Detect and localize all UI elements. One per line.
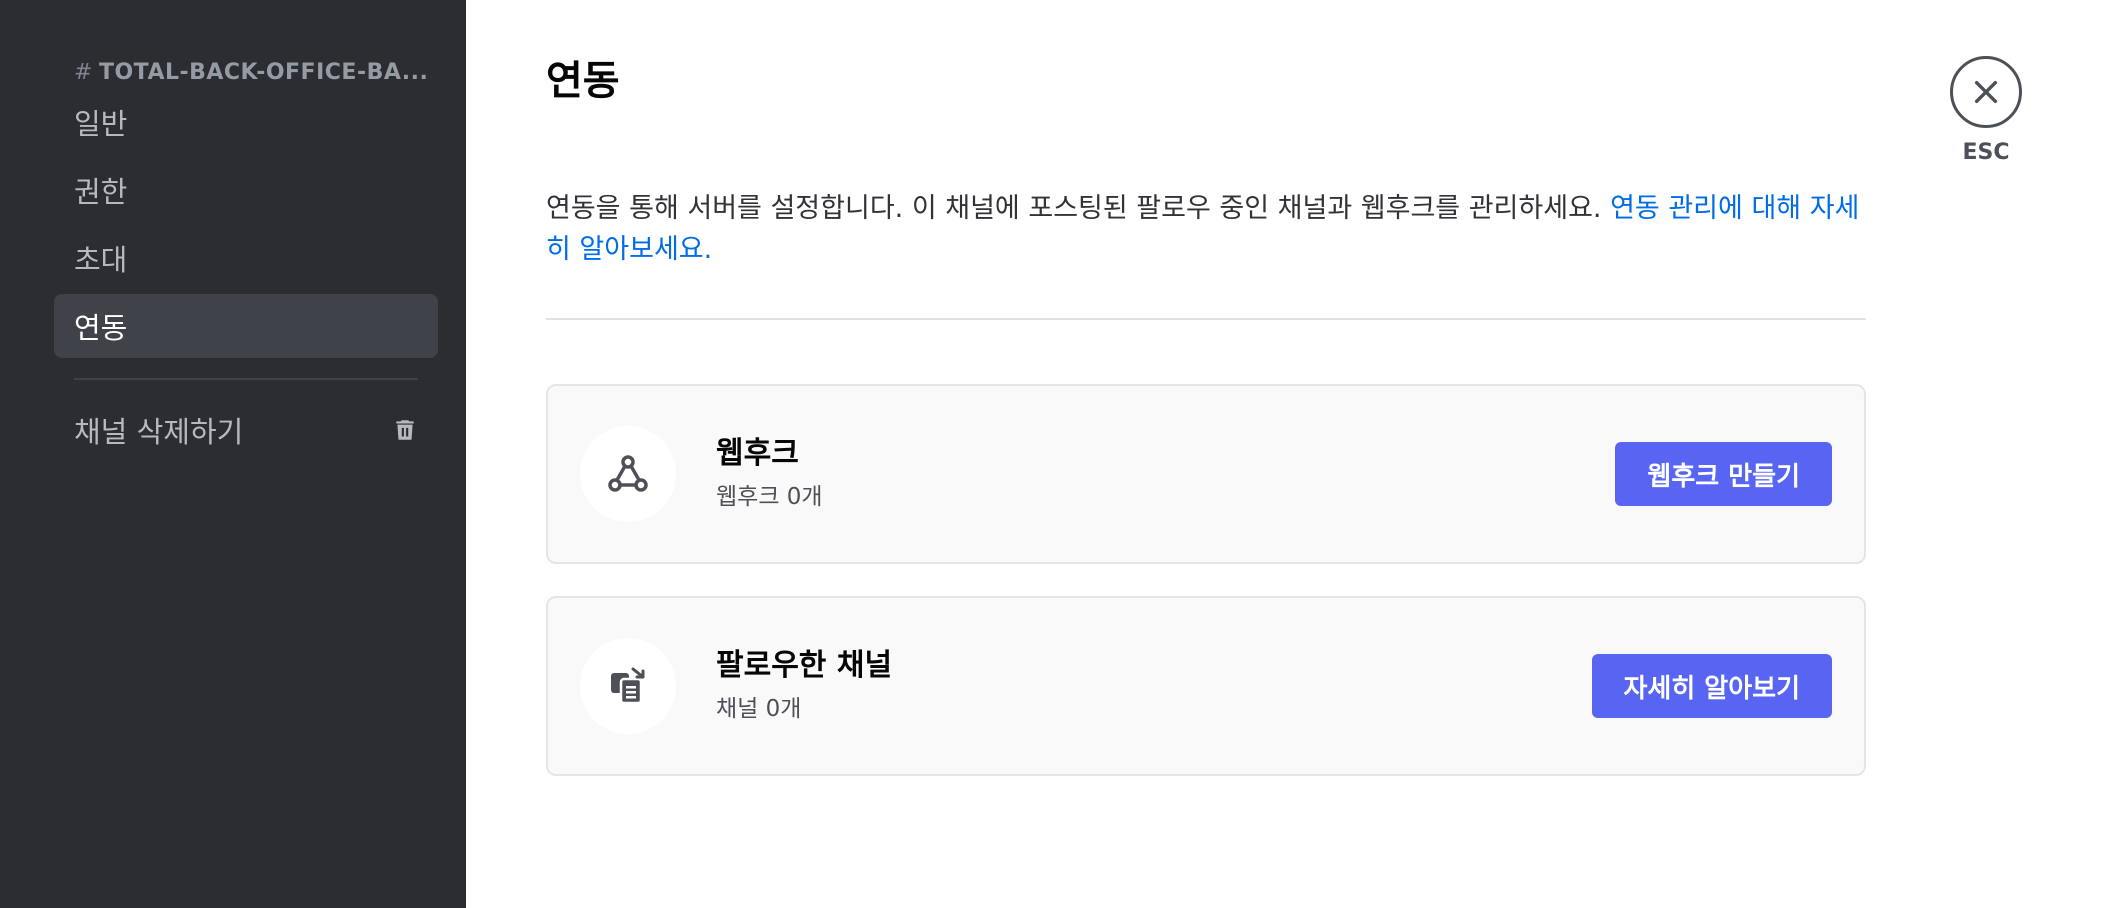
integrations-panel: 연동 연동을 통해 서버를 설정합니다. 이 채널에 포스팅된 팔로우 중인 채… — [466, 0, 2126, 908]
close-control: ESC — [1946, 56, 2026, 165]
sidebar-divider — [74, 378, 418, 380]
sidebar-item-permissions[interactable]: 권한 — [54, 158, 438, 222]
settings-window: # TOTAL-BACK-OFFICE-BA... 일반 권한 초대 연동 채널… — [0, 0, 2126, 908]
channel-header: # TOTAL-BACK-OFFICE-BA... — [54, 54, 438, 90]
sidebar-item-label: 초대 — [74, 243, 128, 277]
followed-channels-card-text: 팔로우한 채널 채널 0개 — [716, 646, 1592, 726]
sidebar-item-label: 일반 — [74, 107, 128, 141]
settings-sidebar: # TOTAL-BACK-OFFICE-BA... 일반 권한 초대 연동 채널… — [0, 0, 466, 908]
channel-name: TOTAL-BACK-OFFICE-BA... — [98, 59, 429, 85]
followed-channel-icon-badge — [580, 638, 676, 734]
section-divider — [546, 318, 1866, 320]
close-icon — [1974, 80, 1998, 104]
webhooks-card-title: 웹후크 — [716, 436, 799, 471]
followed-channels-count: 채널 0개 — [716, 696, 802, 722]
page-description: 연동을 통해 서버를 설정합니다. 이 채널에 포스팅된 팔로우 중인 채널과 … — [546, 188, 1866, 270]
description-text: 연동을 통해 서버를 설정합니다. 이 채널에 포스팅된 팔로우 중인 채널과 … — [546, 193, 1611, 224]
followed-channels-card: 팔로우한 채널 채널 0개 자세히 알아보기 — [546, 596, 1866, 776]
sidebar-item-general[interactable]: 일반 — [54, 90, 438, 154]
delete-channel-button[interactable]: 채널 삭제하기 — [54, 398, 438, 462]
sidebar-nav: 일반 권한 초대 연동 — [54, 90, 438, 358]
sidebar-item-label: 권한 — [74, 175, 128, 209]
followed-channel-icon — [611, 667, 645, 705]
trash-icon — [392, 417, 418, 443]
delete-channel-label: 채널 삭제하기 — [74, 415, 244, 449]
esc-label: ESC — [1962, 140, 2010, 165]
webhooks-count: 웹후크 0개 — [716, 484, 823, 510]
sidebar-item-invites[interactable]: 초대 — [54, 226, 438, 290]
sidebar-item-integrations[interactable]: 연동 — [54, 294, 438, 358]
webhook-icon — [608, 455, 648, 492]
followed-channels-card-title: 팔로우한 채널 — [716, 648, 893, 683]
webhooks-card: 웹후크 웹후크 0개 웹후크 만들기 — [546, 384, 1866, 564]
sidebar-item-label: 연동 — [74, 311, 128, 345]
create-webhook-button[interactable]: 웹후크 만들기 — [1615, 442, 1832, 506]
webhook-icon-badge — [580, 426, 676, 522]
channel-hash-icon: # — [74, 59, 93, 85]
learn-more-button[interactable]: 자세히 알아보기 — [1591, 654, 1832, 718]
page-title: 연동 — [546, 58, 620, 104]
close-button[interactable] — [1950, 56, 2022, 128]
webhooks-card-text: 웹후크 웹후크 0개 — [716, 434, 1615, 514]
